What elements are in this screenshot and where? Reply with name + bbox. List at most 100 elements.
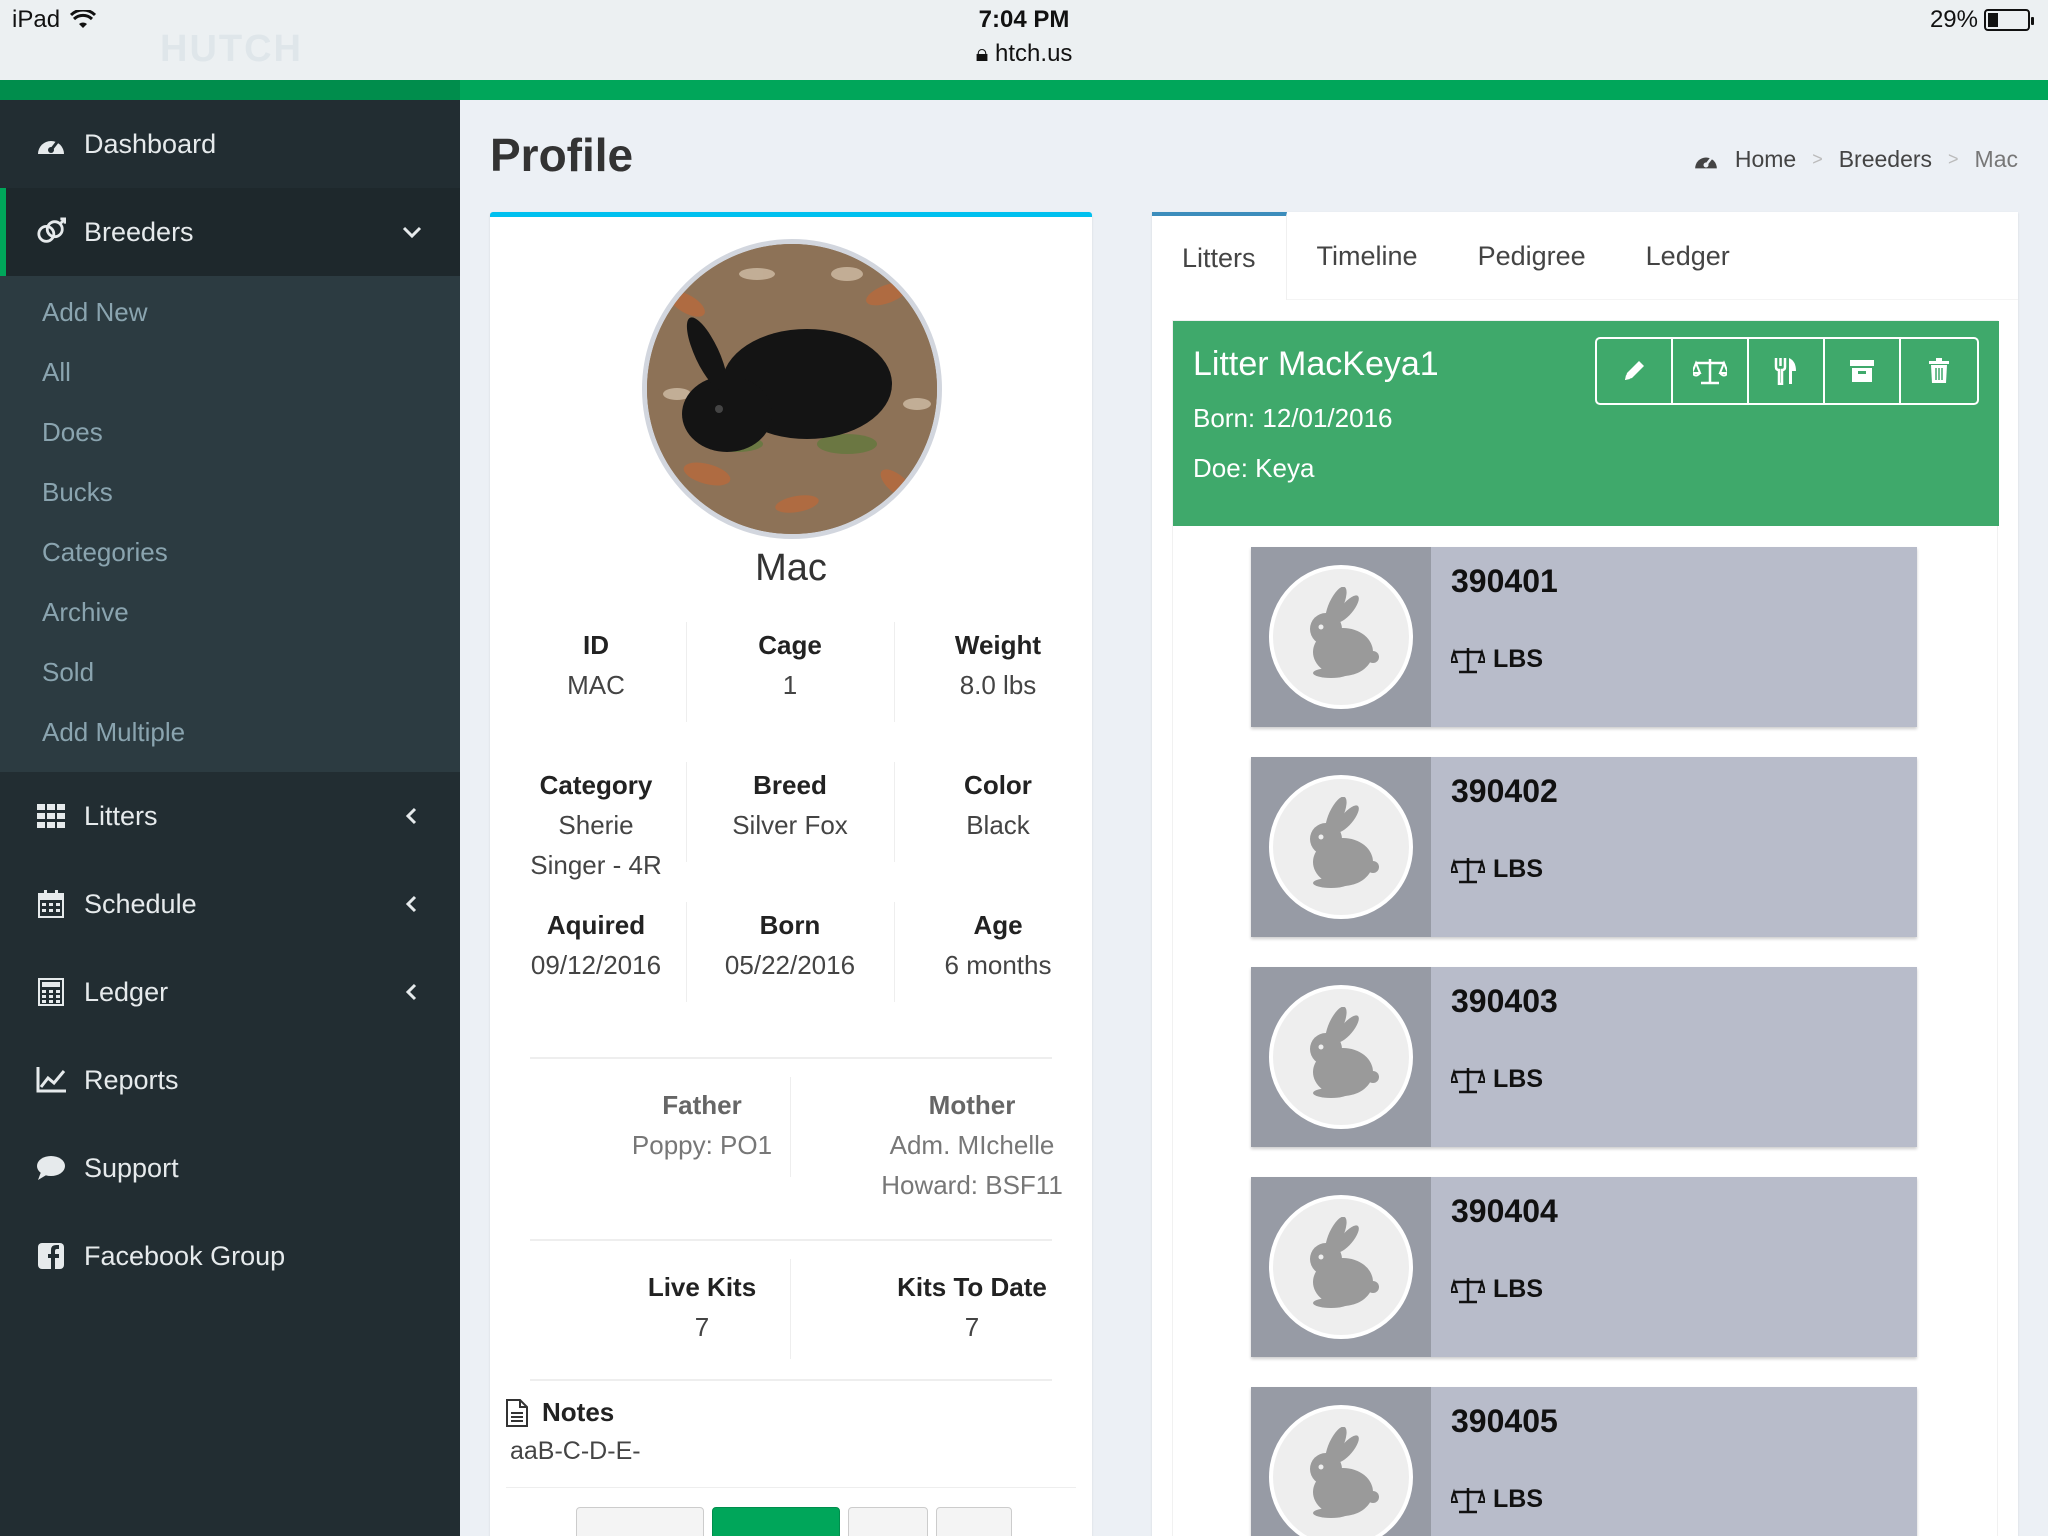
kit-card[interactable]: 390404 LBS (1251, 1177, 1917, 1357)
kit-weight-unit: LBS (1493, 1275, 1543, 1303)
scale-icon (1451, 857, 1485, 883)
action-button-primary[interactable] (712, 1507, 840, 1536)
calendar-icon (36, 889, 66, 919)
clock: 7:04 PM (978, 6, 1070, 33)
action-button[interactable] (936, 1507, 1012, 1536)
kit-id: 390401 (1451, 563, 1558, 599)
feed-litter-button[interactable] (1749, 339, 1825, 403)
action-button[interactable] (848, 1507, 928, 1536)
stat-label: Breed (753, 770, 827, 800)
kit-weight-unit: LBS (1493, 1485, 1543, 1513)
submenu-item-does[interactable]: Does (0, 402, 460, 462)
stat-value: 7 (694, 1312, 710, 1342)
stat-value: 09/12/2016 (530, 950, 662, 980)
weigh-litter-button[interactable] (1673, 339, 1749, 403)
stat-label: Cage (758, 630, 822, 660)
stat-weight: Weight 8.0 lbs (898, 625, 1098, 705)
action-button[interactable] (576, 1507, 704, 1536)
delete-litter-button[interactable] (1901, 339, 1977, 403)
stat-category: Category Sherie Singer - 4R (496, 765, 696, 885)
facebook-icon (36, 1241, 66, 1271)
archive-icon (1850, 360, 1874, 382)
tab-pedigree[interactable]: Pedigree (1448, 212, 1616, 300)
edit-icon (1625, 361, 1644, 380)
stat-value: Singer - 4R (530, 850, 662, 880)
stat-kits-to-date: Kits To Date 7 (862, 1267, 1082, 1347)
kit-card[interactable]: 390405 LBS (1251, 1387, 1917, 1536)
breadcrumb-home[interactable]: Home (1735, 146, 1796, 173)
submenu-item-archive[interactable]: Archive (0, 582, 460, 642)
sidebar-item-dashboard[interactable]: Dashboard (0, 100, 460, 188)
sidebar-item-litters[interactable]: Litters (0, 772, 460, 860)
stat-father: Father Poppy: PO1 (602, 1085, 802, 1165)
rabbit-icon (1310, 587, 1379, 678)
kit-weight-unit: LBS (1493, 1065, 1543, 1093)
mother-link[interactable]: Adm. MIchelle (862, 1125, 1082, 1165)
sidebar-item-ledger[interactable]: Ledger (0, 948, 460, 1036)
battery-icon (1984, 9, 2034, 31)
kit-weight-unit: LBS (1493, 855, 1543, 883)
stat-label: Born (759, 910, 821, 940)
stat-label: Weight (954, 630, 1042, 660)
submenu-item-all[interactable]: All (0, 342, 460, 402)
kit-avatar (1251, 1387, 1431, 1536)
notes-label: Notes (542, 1397, 615, 1427)
kit-weight: LBS (1451, 1485, 1543, 1514)
stat-value: Black (966, 810, 1030, 840)
submenu-item-add-new[interactable]: Add New (0, 282, 460, 342)
kit-weight: LBS (1451, 1275, 1543, 1304)
scale-icon (1451, 1487, 1485, 1513)
stat-value: 6 months (944, 950, 1052, 980)
sidebar-item-facebook-group[interactable]: Facebook Group (0, 1212, 460, 1300)
scale-icon (1451, 647, 1485, 673)
kit-weight: LBS (1451, 855, 1543, 884)
sidebar-item-reports[interactable]: Reports (0, 1036, 460, 1124)
submenu-item-bucks[interactable]: Bucks (0, 462, 460, 522)
sidebar-item-label: Litters (84, 800, 158, 831)
stat-label: Kits To Date (897, 1272, 1047, 1302)
kit-weight-unit: LBS (1493, 645, 1543, 673)
father-link[interactable]: Poppy: PO1 (602, 1125, 802, 1165)
mother-link-line2[interactable]: Howard: BSF11 (862, 1165, 1082, 1205)
kit-card[interactable]: 390403 LBS (1251, 967, 1917, 1147)
breadcrumb-separator: > (1812, 149, 1823, 169)
stat-label: ID (583, 630, 609, 660)
tab-bar: Litters Timeline Pedigree Ledger (1152, 212, 2018, 300)
dashboard-icon (36, 129, 66, 159)
sidebar-item-label: Dashboard (84, 128, 217, 159)
rabbit-icon (1310, 797, 1379, 888)
rabbit-icon (1310, 1217, 1379, 1308)
tab-ledger[interactable]: Ledger (1616, 212, 1760, 300)
stat-live-kits: Live Kits 7 (602, 1267, 802, 1347)
edit-litter-button[interactable] (1597, 339, 1673, 403)
archive-litter-button[interactable] (1825, 339, 1901, 403)
kit-card[interactable]: 390402 LBS (1251, 757, 1917, 937)
breeders-icon (36, 217, 66, 247)
stat-cage: Cage 1 (690, 625, 890, 705)
tab-litters[interactable]: Litters (1152, 212, 1287, 300)
submenu-item-categories[interactable]: Categories (0, 522, 460, 582)
rabbit-icon (1310, 1007, 1379, 1098)
breadcrumb-breeders[interactable]: Breeders (1839, 146, 1932, 173)
tab-timeline[interactable]: Timeline (1287, 212, 1448, 300)
tabs-box: Litters Timeline Pedigree Ledger Litter … (1152, 212, 2018, 1536)
profile-box: Mac ID MAC Cage 1 Weight 8.0 lbs Categor… (490, 212, 1092, 1536)
stat-value: 1 (782, 670, 798, 700)
submenu-item-sold[interactable]: Sold (0, 642, 460, 702)
address-bar[interactable]: 🔒︎ htch.us (0, 40, 2048, 68)
stat-mother: Mother Adm. MIchelle Howard: BSF11 (862, 1085, 1082, 1205)
stat-aquired: Aquired 09/12/2016 (496, 905, 696, 985)
kit-card[interactable]: 390401 LBS (1251, 547, 1917, 727)
sidebar-item-support[interactable]: Support (0, 1124, 460, 1212)
stat-id: ID MAC (496, 625, 696, 705)
status-right: 29% (1930, 6, 2034, 34)
stat-label: Aquired (546, 910, 646, 940)
sidebar-item-schedule[interactable]: Schedule (0, 860, 460, 948)
sidebar-item-label: Support (84, 1152, 179, 1183)
submenu-item-add-multiple[interactable]: Add Multiple (0, 702, 460, 762)
kit-avatar (1251, 547, 1431, 727)
status-bar: iPad HUTCH 7:04 PM 🔒︎ htch.us 29% (0, 0, 2048, 80)
sidebar-item-breeders[interactable]: Breeders (0, 188, 460, 276)
kit-avatar (1251, 757, 1431, 937)
calculator-icon (36, 977, 66, 1007)
